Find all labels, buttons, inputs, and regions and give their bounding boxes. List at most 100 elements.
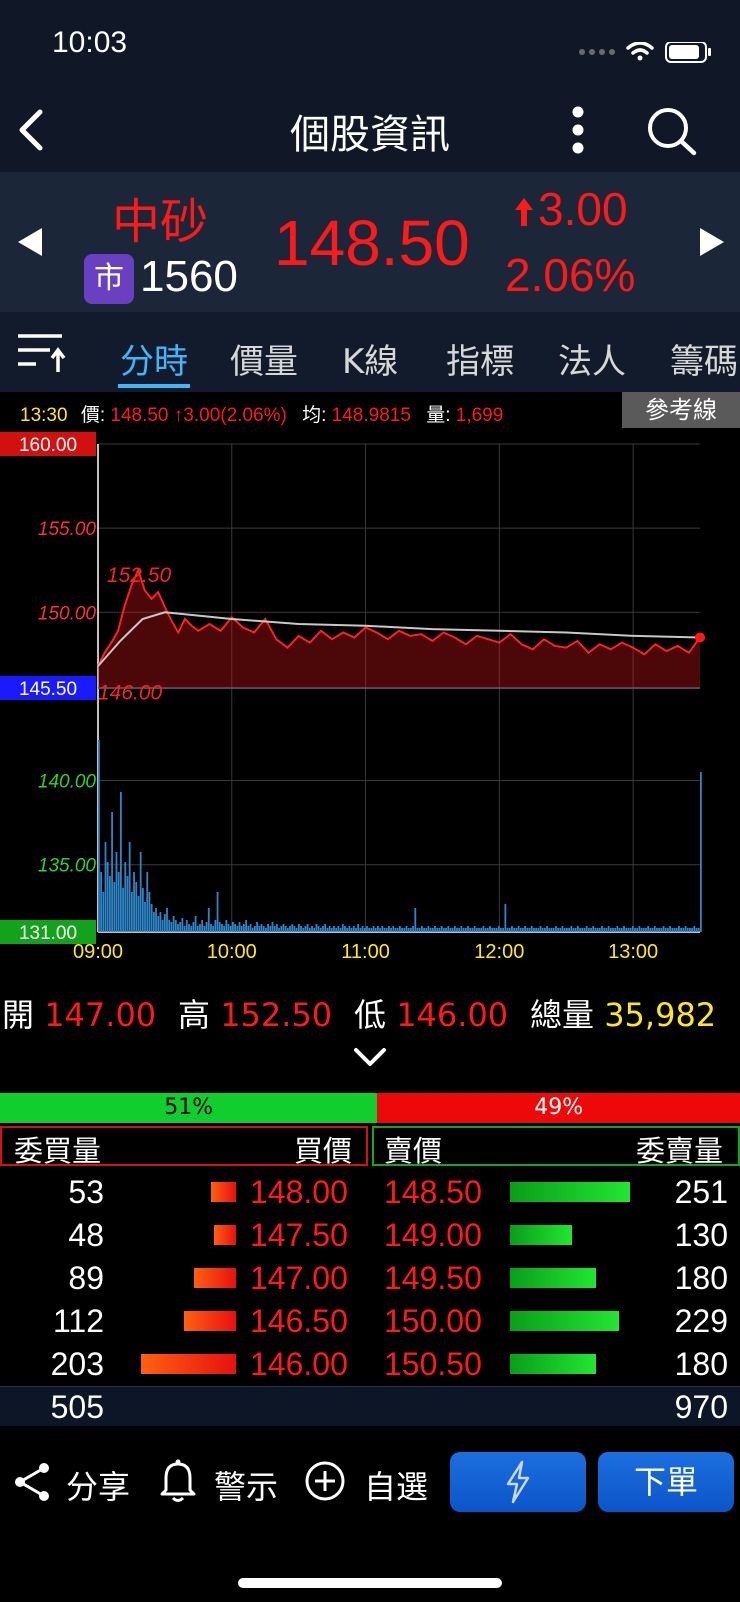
volume-bar bbox=[559, 928, 562, 932]
volume-bar bbox=[396, 928, 399, 932]
quick-order-button[interactable] bbox=[450, 1452, 586, 1512]
volume-bar bbox=[117, 872, 120, 932]
watchlist-button[interactable]: 自選 bbox=[364, 1462, 428, 1508]
volume-bar bbox=[592, 926, 595, 932]
reference-line-button[interactable]: 參考線 bbox=[622, 392, 740, 428]
volume-bar bbox=[429, 928, 432, 932]
volume-bar bbox=[163, 914, 166, 932]
volume-bar bbox=[291, 924, 294, 932]
volume-bar bbox=[645, 928, 647, 932]
volume-bar bbox=[682, 928, 685, 932]
tab-indicators[interactable]: 指標 bbox=[446, 334, 514, 383]
volume-bar bbox=[183, 926, 186, 932]
y-tick-label: 140.00 bbox=[38, 772, 97, 793]
bottom-action-bar: 分享 警示 自選 下單 bbox=[0, 1426, 740, 1602]
volume-bar bbox=[449, 928, 452, 932]
stock-price: 148.50 bbox=[274, 207, 470, 279]
volume-bar bbox=[513, 928, 516, 932]
volume-bar bbox=[478, 928, 480, 932]
volume-bar bbox=[159, 912, 162, 932]
bid-price[interactable]: 147.00 bbox=[250, 1260, 348, 1297]
volume-bar bbox=[535, 928, 538, 932]
ask-price[interactable]: 150.50 bbox=[384, 1346, 482, 1383]
volume-bar bbox=[526, 928, 529, 932]
volume-bar bbox=[603, 928, 606, 932]
volume-bar bbox=[642, 928, 645, 932]
volume-bar bbox=[98, 740, 100, 932]
tab-intraday[interactable]: 分時 bbox=[120, 334, 188, 383]
home-indicator bbox=[238, 1578, 502, 1588]
bid-price[interactable]: 147.50 bbox=[250, 1217, 348, 1254]
ask-depth-bar bbox=[510, 1311, 620, 1331]
tab-price-volume[interactable]: 價量 bbox=[230, 334, 298, 383]
bell-icon[interactable] bbox=[158, 1458, 198, 1504]
volume-bar bbox=[596, 928, 599, 932]
bid-price[interactable]: 146.50 bbox=[250, 1303, 348, 1340]
volume-bar bbox=[179, 922, 182, 932]
share-button[interactable]: 分享 bbox=[66, 1462, 130, 1508]
add-circle-icon[interactable] bbox=[304, 1460, 346, 1502]
volume-bar bbox=[627, 928, 630, 932]
volume-bar bbox=[458, 928, 461, 932]
info-change-value: 3.00(2.06%) bbox=[183, 405, 287, 426]
place-order-button[interactable]: 下單 bbox=[598, 1452, 734, 1512]
alert-button[interactable]: 警示 bbox=[214, 1462, 278, 1508]
volume-bar bbox=[135, 882, 138, 932]
volume-bar bbox=[293, 926, 296, 932]
volume-bar bbox=[203, 926, 206, 932]
ask-price-header: 賣價 bbox=[384, 1134, 443, 1168]
volume-bar bbox=[144, 902, 146, 932]
volume-bar bbox=[333, 926, 335, 932]
sort-menu-icon[interactable] bbox=[16, 332, 68, 376]
ask-price[interactable]: 148.50 bbox=[384, 1174, 482, 1211]
signal-icon bbox=[579, 49, 615, 55]
tab-candlestick[interactable]: K線 bbox=[342, 334, 398, 383]
volume-bar bbox=[605, 928, 608, 932]
volume-bar bbox=[225, 920, 228, 932]
volume-bar bbox=[640, 928, 643, 932]
ask-price[interactable]: 149.00 bbox=[384, 1217, 482, 1254]
volume-bar bbox=[210, 924, 212, 932]
next-stock-icon[interactable] bbox=[698, 226, 726, 258]
order-book-row: 89 147.00 149.50 180 bbox=[0, 1256, 740, 1299]
volume-bar bbox=[557, 928, 559, 932]
intraday-chart: 13:30 價: 148.50 ↑3.00(2.06%) 均: 148.9815… bbox=[0, 392, 740, 967]
total-ask-qty: 970 bbox=[674, 1389, 728, 1425]
volume-bar bbox=[119, 792, 122, 932]
volume-bar bbox=[570, 926, 573, 932]
volume-bar bbox=[634, 928, 636, 932]
volume-bar bbox=[300, 926, 302, 932]
volume-bar bbox=[190, 926, 193, 932]
volume-bar bbox=[420, 926, 423, 932]
ask-price[interactable]: 150.00 bbox=[384, 1303, 482, 1340]
volume-bar bbox=[506, 928, 509, 932]
tab-chips[interactable]: 籌碼 bbox=[670, 334, 738, 383]
volume-bar bbox=[456, 928, 458, 932]
volume-bar bbox=[229, 926, 232, 932]
x-tick-label: 12:00 bbox=[474, 941, 524, 963]
bid-price[interactable]: 148.00 bbox=[250, 1174, 348, 1211]
tab-institutional[interactable]: 法人 bbox=[558, 334, 626, 383]
bid-price[interactable]: 146.00 bbox=[250, 1346, 348, 1383]
bid-depth-bar bbox=[213, 1225, 236, 1245]
volume-bar bbox=[124, 862, 127, 932]
share-icon[interactable] bbox=[12, 1462, 52, 1502]
volume-bar bbox=[416, 928, 419, 932]
ask-price[interactable]: 149.50 bbox=[384, 1260, 482, 1297]
bid-qty: 53 bbox=[68, 1174, 104, 1210]
price-change: 3.00 bbox=[538, 183, 628, 235]
high-label: 高 bbox=[178, 996, 211, 1034]
volume-bar bbox=[372, 926, 375, 932]
volume-bar bbox=[467, 926, 469, 932]
volume-bar bbox=[537, 928, 540, 932]
volume-bar bbox=[319, 928, 322, 932]
prev-stock-icon[interactable] bbox=[16, 226, 44, 258]
volume-bar bbox=[539, 926, 542, 932]
volume-bar bbox=[388, 926, 390, 932]
expand-chevron-icon[interactable] bbox=[352, 1046, 388, 1068]
battery-icon bbox=[665, 42, 711, 63]
volume-bar bbox=[201, 920, 204, 932]
volume-bar bbox=[524, 926, 527, 932]
volume-bar bbox=[504, 904, 507, 932]
volume-bar bbox=[374, 928, 377, 932]
